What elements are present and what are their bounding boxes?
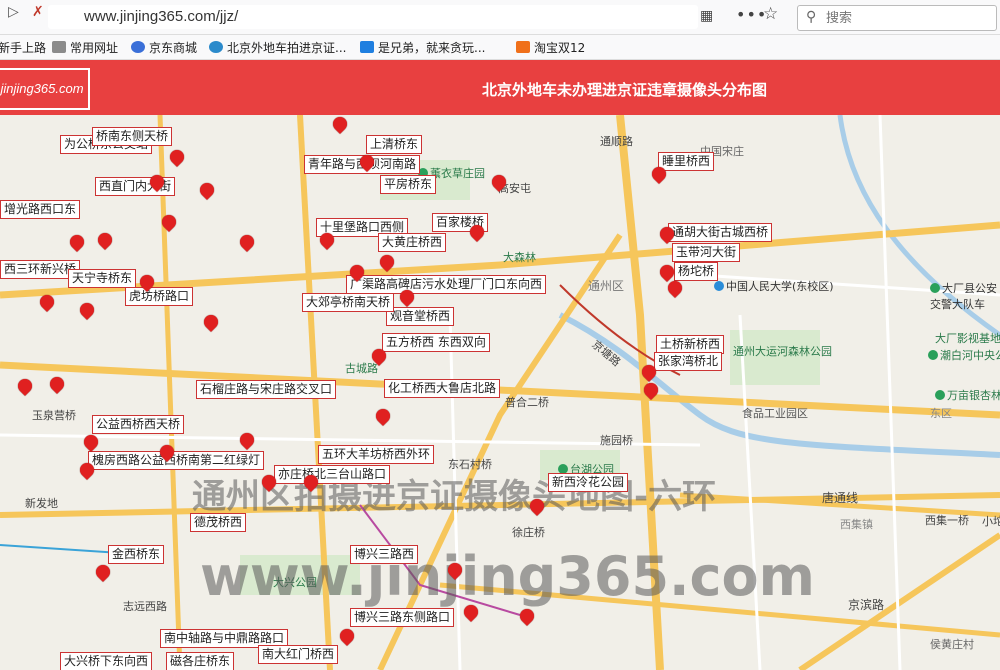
map-place: 新发地 xyxy=(25,497,58,510)
camera-label[interactable]: 公益西桥西天桥 xyxy=(92,415,185,434)
globe-icon xyxy=(131,41,145,53)
taobao-icon xyxy=(516,41,530,53)
map-place: 中国人民大学(东校区) xyxy=(714,278,834,294)
university-icon xyxy=(714,281,724,291)
map-place: 京滨路 xyxy=(848,598,885,612)
camera-label[interactable]: 观音堂桥西 xyxy=(386,307,455,326)
site-icon xyxy=(209,41,223,53)
site-logo[interactable]: jinjing365.com xyxy=(0,68,90,110)
camera-label[interactable]: 五环大羊坊桥西外环 xyxy=(318,445,435,464)
camera-label[interactable]: 上清桥东 xyxy=(366,135,423,154)
camera-label[interactable]: 德茂桥西 xyxy=(190,513,247,532)
camera-label[interactable]: 化工桥西大鲁店北路 xyxy=(384,379,501,398)
bookmark-jd[interactable]: 京东商城 xyxy=(131,39,197,56)
map-place: 唐通线 xyxy=(822,491,859,505)
camera-label[interactable]: 睡里桥西 xyxy=(658,152,715,171)
camera-label[interactable]: 天宁寺桥东 xyxy=(68,269,137,288)
camera-label[interactable]: 广渠路高碑店污水处理厂门口东向西 xyxy=(346,275,547,294)
map-place: 通顺路 xyxy=(600,135,633,148)
camera-label[interactable]: 杨坨桥 xyxy=(674,262,719,281)
camera-label[interactable]: 新西泠花公园 xyxy=(548,473,629,492)
camera-label[interactable]: 博兴三路东侧路口 xyxy=(350,608,455,627)
camera-label[interactable]: 虎坊桥路口 xyxy=(125,287,194,306)
bookmarks-bar: 新手上路 常用网址 京东商城 北京外地车拍进京证... 是兄弟，就来贪玩... … xyxy=(0,35,1000,60)
camera-label[interactable]: 亦庄桥北三台山路口 xyxy=(274,465,391,484)
camera-label[interactable]: 大黄庄桥西 xyxy=(378,233,447,252)
bookmark-jinjing[interactable]: 北京外地车拍进京证... xyxy=(209,39,346,56)
map-place: 普合二桥 xyxy=(505,396,549,409)
camera-label[interactable]: 桥南东侧天桥 xyxy=(92,127,173,146)
map-place: 东区 xyxy=(930,407,952,420)
map-place: 玉泉营桥 xyxy=(32,409,76,422)
camera-label[interactable]: 通胡大街古城西桥 xyxy=(668,223,773,242)
camera-label[interactable]: 大兴桥下东向西 xyxy=(60,652,153,670)
camera-label[interactable]: 五方桥西 东西双向 xyxy=(382,333,490,352)
bookmark-taobao[interactable]: 淘宝双12 xyxy=(516,39,585,56)
folder-icon xyxy=(52,41,66,53)
camera-label[interactable]: 南大红门桥西 xyxy=(258,645,339,664)
insecure-lock-icon[interactable]: ✗ xyxy=(32,4,44,20)
search-icon: ⚲ xyxy=(806,9,817,25)
map-place: 徐庄桥 xyxy=(512,526,545,539)
t-icon xyxy=(360,41,374,53)
map-place: 食品工业园区 xyxy=(742,407,808,420)
map-place: 西集一桥 xyxy=(925,514,969,527)
park-icon xyxy=(928,350,938,360)
map-place: 通州大运河森林公园 xyxy=(733,345,832,358)
camera-label[interactable]: 石榴庄路与宋庄路交叉口 xyxy=(196,380,337,399)
search-box[interactable]: ⚲ xyxy=(797,5,997,31)
qr-code-icon[interactable]: ▦ xyxy=(700,8,713,24)
url-text: www.jinjing365.com/jjz/ xyxy=(84,8,239,25)
camera-label[interactable]: 博兴三路西 xyxy=(350,545,419,564)
map-place: 小坨 xyxy=(982,515,1000,528)
bookmark-newbie[interactable]: 新手上路 xyxy=(0,39,46,56)
url-bar[interactable]: www.jinjing365.com/jjz/ xyxy=(48,5,698,29)
camera-label[interactable]: 增光路西口东 xyxy=(0,200,81,219)
shield-icon[interactable]: ▷ xyxy=(8,4,19,20)
camera-label[interactable]: 槐房西路公益西桥南第二红绿灯 xyxy=(88,451,265,470)
map-place: 西集镇 xyxy=(840,518,873,531)
map-place: 大厂县公安交警大队车 xyxy=(930,282,997,311)
map-place: 通州区 xyxy=(588,279,625,293)
camera-label[interactable]: 平房桥东 xyxy=(380,175,437,194)
bookmark-common-sites[interactable]: 常用网址 xyxy=(52,39,118,56)
search-input[interactable] xyxy=(824,8,988,28)
bookmark-game[interactable]: 是兄弟，就来贪玩... xyxy=(360,39,485,56)
watermark-url: www.jinjing365.com xyxy=(200,545,815,608)
browser-toolbar: ▷ ✗ www.jinjing365.com/jjz/ ▦ ••• ☆ ⚲ xyxy=(0,0,1000,35)
page-title: 北京外地车未办理进京证违章摄像头分布图 xyxy=(482,81,768,99)
map-place: 侯黄庄村 xyxy=(930,638,974,651)
map-place: 古城路 xyxy=(345,362,378,375)
map-canvas[interactable]: 通顺路 通州区 中国人民大学(东校区) 大厂县公安交警大队车 大厂影视基地 潮白… xyxy=(0,115,1000,670)
map-place: 万亩银杏林 xyxy=(935,387,1000,403)
police-icon xyxy=(930,283,940,293)
map-place: 志远西路 xyxy=(123,600,167,613)
map-place: 大厂影视基地 xyxy=(935,332,1000,345)
map-place: 大森林 xyxy=(503,251,536,264)
camera-label[interactable]: 玉带河大街 xyxy=(672,243,741,262)
map-place: 潮白河中央公园 xyxy=(928,347,1000,363)
star-icon[interactable]: ☆ xyxy=(763,4,778,24)
camera-label[interactable]: 金西桥东 xyxy=(108,545,165,564)
camera-label[interactable]: 磁各庄桥东 xyxy=(166,652,235,670)
park-icon xyxy=(935,390,945,400)
map-place: 施园桥 xyxy=(600,434,633,447)
camera-label[interactable]: 大郊亭桥南天桥 xyxy=(302,293,395,312)
camera-label[interactable]: 张家湾桥北 xyxy=(654,352,723,371)
